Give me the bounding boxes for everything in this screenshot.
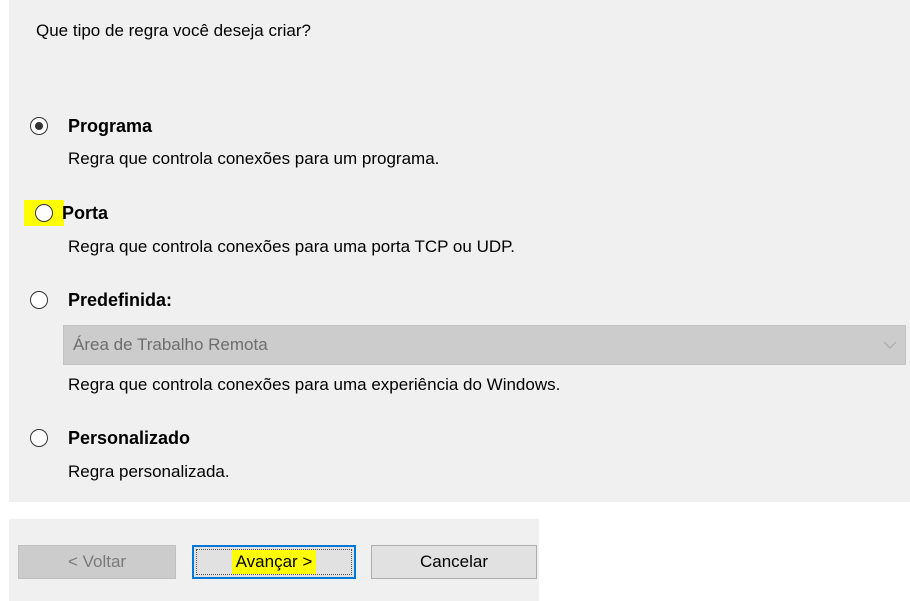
option-predefinida-description: Regra que controla conexões para uma exp… — [68, 375, 561, 394]
chevron-down-icon[interactable] — [875, 341, 905, 349]
radio-programa[interactable] — [30, 117, 48, 135]
option-personalizado[interactable]: Personalizado — [30, 425, 190, 451]
option-personalizado-label[interactable]: Personalizado — [68, 427, 190, 449]
wizard-button-bar: < Voltar Avançar > Cancelar — [9, 519, 539, 601]
predefined-rule-select[interactable]: Área de Trabalho Remota — [63, 325, 906, 365]
cancel-button[interactable]: Cancelar — [371, 545, 537, 579]
option-programa-description: Regra que controla conexões para um prog… — [68, 149, 440, 168]
predefined-rule-select-value: Área de Trabalho Remota — [73, 335, 268, 354]
option-programa-label[interactable]: Programa — [68, 115, 152, 137]
option-predefinida-label[interactable]: Predefinida: — [68, 289, 172, 311]
option-personalizado-description: Regra personalizada. — [68, 462, 230, 481]
next-button[interactable]: Avançar > — [192, 545, 356, 579]
option-porta-description: Regra que controla conexões para uma por… — [68, 237, 515, 256]
radio-personalizado[interactable] — [30, 429, 48, 447]
radio-predefinida[interactable] — [30, 291, 48, 309]
back-button[interactable]: < Voltar — [18, 545, 176, 579]
option-porta-label[interactable]: Porta — [62, 202, 108, 224]
next-button-label: Avançar > — [231, 550, 317, 574]
option-porta[interactable]: Porta — [24, 200, 108, 226]
radio-selected-dot — [35, 122, 43, 130]
option-predefinida[interactable]: Predefinida: — [30, 287, 172, 313]
radio-porta[interactable] — [35, 204, 53, 222]
radio-highlight — [24, 200, 64, 226]
option-programa[interactable]: Programa — [30, 113, 152, 139]
question-text: Que tipo de regra você deseja criar? — [36, 21, 311, 40]
